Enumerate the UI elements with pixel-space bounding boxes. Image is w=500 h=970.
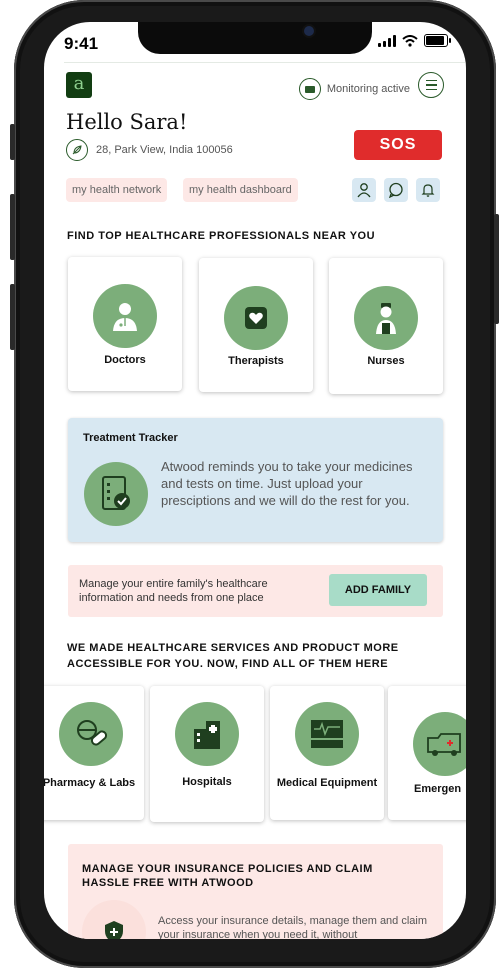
my-health-network-link[interactable]: my health network bbox=[66, 178, 168, 202]
camera-lens bbox=[304, 26, 314, 36]
notifications-button[interactable] bbox=[416, 178, 440, 202]
medical-equipment-label: Medical Equipment bbox=[276, 777, 378, 789]
sos-button[interactable]: SOS bbox=[354, 130, 442, 160]
status-time: 9:41 bbox=[64, 34, 99, 53]
therapists-label: Therapists bbox=[228, 355, 284, 367]
add-family-button[interactable]: ADD FAMILY bbox=[329, 574, 427, 606]
menu-button[interactable] bbox=[418, 72, 444, 98]
ambulance-icon bbox=[413, 712, 466, 776]
menu-icon bbox=[425, 79, 437, 82]
address-row[interactable]: 28, Park View, India 100056 bbox=[66, 139, 233, 161]
doctor-icon bbox=[93, 284, 157, 348]
camera-icon bbox=[298, 78, 321, 100]
power-button bbox=[494, 214, 499, 324]
pharmacy-labs-label: Pharmacy & Labs bbox=[44, 777, 136, 789]
monitoring-label: Monitoring active bbox=[326, 83, 410, 95]
signal-icon bbox=[378, 34, 396, 47]
professionals-title: FIND TOP HEALTHCARE PROFESSIONALS NEAR Y… bbox=[67, 230, 376, 242]
my-health-dashboard-link[interactable]: my health dashboard bbox=[183, 178, 298, 202]
doctors-label: Doctors bbox=[104, 354, 146, 366]
profile-button[interactable] bbox=[352, 178, 376, 202]
insurance-description: Access your insurance details, manage th… bbox=[158, 915, 428, 939]
location-leaf-icon bbox=[66, 139, 88, 161]
heart-icon bbox=[224, 286, 288, 350]
doctors-card[interactable]: Doctors bbox=[68, 257, 182, 391]
greeting-title: Hello Sara! bbox=[66, 110, 188, 134]
app-screen: 9:41 a Monitoring active Hello Sara! 28,… bbox=[44, 22, 466, 939]
monitoring-status[interactable]: Monitoring active bbox=[298, 78, 410, 100]
services-title-line2: ACCESSIBLE FOR YOU. NOW, FIND ALL OF THE… bbox=[67, 658, 389, 670]
user-icon bbox=[357, 183, 371, 198]
tracker-title: Treatment Tracker bbox=[83, 432, 178, 444]
pill-icon bbox=[59, 702, 123, 766]
services-title-line1: WE MADE HEALTHCARE SERVICES AND PRODUCT … bbox=[67, 642, 399, 654]
hospital-icon bbox=[175, 702, 239, 766]
hospitals-card[interactable]: Hospitals bbox=[150, 686, 264, 822]
nurse-icon bbox=[354, 286, 418, 350]
insurance-card[interactable]: MANAGE YOUR INSURANCE POLICIES AND CLAIM… bbox=[68, 844, 443, 939]
app-logo[interactable]: a bbox=[66, 72, 92, 98]
family-banner: Manage your entire family's healthcare i… bbox=[68, 565, 443, 617]
nurses-label: Nurses bbox=[367, 355, 405, 367]
chat-button[interactable] bbox=[384, 178, 408, 202]
address-text: 28, Park View, India 100056 bbox=[96, 144, 233, 156]
monitor-icon bbox=[295, 702, 359, 766]
hospitals-label: Hospitals bbox=[182, 776, 232, 788]
chat-icon bbox=[388, 182, 403, 198]
volume-up-button bbox=[10, 194, 15, 260]
medical-equipment-card[interactable]: Medical Equipment bbox=[270, 686, 384, 820]
checklist-icon bbox=[84, 462, 148, 526]
therapists-card[interactable]: Therapists bbox=[199, 258, 313, 392]
treatment-tracker-card[interactable]: Treatment Tracker Atwood reminds you to … bbox=[68, 418, 443, 542]
pharmacy-labs-card[interactable]: Pharmacy & Labs bbox=[44, 686, 144, 820]
bell-icon bbox=[421, 184, 435, 197]
notch bbox=[138, 22, 372, 54]
wifi-icon bbox=[402, 34, 418, 47]
tracker-description: Atwood reminds you to take your medicine… bbox=[161, 459, 413, 508]
battery-icon bbox=[424, 34, 451, 47]
header-divider bbox=[64, 62, 466, 63]
insurance-title: MANAGE YOUR INSURANCE POLICIES AND CLAIM… bbox=[82, 863, 373, 889]
emergency-label: Emergen bbox=[414, 783, 462, 795]
emergency-card[interactable]: Emergen bbox=[388, 686, 466, 820]
family-description: Manage your entire family's healthcare i… bbox=[79, 578, 268, 604]
status-icons bbox=[378, 34, 451, 47]
volume-down-button bbox=[10, 284, 15, 350]
shield-icon bbox=[82, 900, 146, 939]
nurses-card[interactable]: Nurses bbox=[329, 258, 443, 394]
silent-switch bbox=[10, 124, 15, 160]
